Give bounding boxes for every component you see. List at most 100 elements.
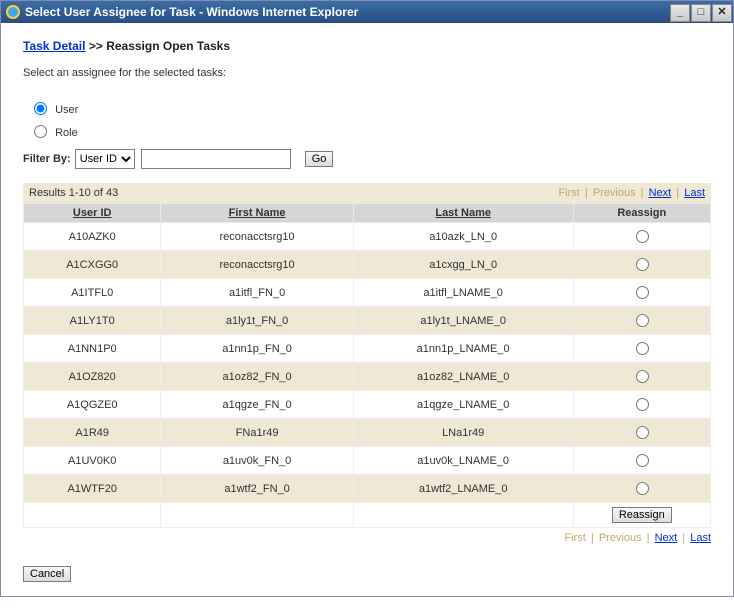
reassign-radio[interactable] — [636, 370, 649, 383]
pager-bottom-wrap: First | Previous | Next | Last — [23, 532, 711, 544]
cell-user-id: A1UV0K0 — [24, 447, 161, 475]
window-frame: Select User Assignee for Task - Windows … — [0, 0, 734, 597]
cell-last-name: a1wtf2_LNAME_0 — [353, 475, 573, 503]
cell-reassign — [573, 391, 710, 419]
col-first-name[interactable]: First Name — [161, 204, 353, 223]
reassign-radio[interactable] — [636, 230, 649, 243]
cell-first-name: a1uv0k_FN_0 — [161, 447, 353, 475]
cell-last-name: a1cxgg_LN_0 — [353, 251, 573, 279]
cancel-wrap: Cancel — [23, 566, 711, 582]
breadcrumb-link-task-detail[interactable]: Task Detail — [23, 39, 85, 53]
reassign-button[interactable]: Reassign — [612, 507, 672, 523]
col-user-id[interactable]: User ID — [24, 204, 161, 223]
close-button[interactable]: ✕ — [712, 4, 732, 22]
pager-first-b: First — [564, 532, 585, 544]
cell-reassign — [573, 419, 710, 447]
reassign-radio[interactable] — [636, 286, 649, 299]
results-band: Results 1-10 of 43 First | Previous | Ne… — [23, 183, 711, 203]
go-button[interactable]: Go — [305, 151, 334, 167]
filter-label: Filter By: — [23, 153, 71, 165]
cell-last-name: a1itfl_LNAME_0 — [353, 279, 573, 307]
table-row: A10AZK0reconacctsrg10a10azk_LN_0 — [24, 223, 711, 251]
pager-top: First | Previous | Next | Last — [558, 187, 705, 199]
cell-reassign — [573, 447, 710, 475]
filter-row: Filter By: User ID Go — [23, 149, 711, 169]
reassign-radio[interactable] — [636, 454, 649, 467]
table-row: A1OZ820a1oz82_FN_0a1oz82_LNAME_0 — [24, 363, 711, 391]
cell-first-name: a1itfl_FN_0 — [161, 279, 353, 307]
filter-input[interactable] — [141, 149, 291, 169]
reassign-radio[interactable] — [636, 314, 649, 327]
reassign-radio[interactable] — [636, 258, 649, 271]
cell-first-name: a1wtf2_FN_0 — [161, 475, 353, 503]
pager-previous: Previous — [593, 187, 636, 199]
cell-user-id: A1NN1P0 — [24, 335, 161, 363]
pager-first: First — [558, 187, 579, 199]
reassign-radio[interactable] — [636, 342, 649, 355]
cell-last-name: a1nn1p_LNAME_0 — [353, 335, 573, 363]
cell-reassign — [573, 223, 710, 251]
table-row: A1QGZE0a1qgze_FN_0a1qgze_LNAME_0 — [24, 391, 711, 419]
col-last-name[interactable]: Last Name — [353, 204, 573, 223]
pager-next-b[interactable]: Next — [655, 532, 678, 544]
breadcrumb: Task Detail >> Reassign Open Tasks — [23, 39, 711, 53]
cell-user-id: A1ITFL0 — [24, 279, 161, 307]
window-title: Select User Assignee for Task - Windows … — [25, 5, 670, 19]
cell-user-id: A1WTF20 — [24, 475, 161, 503]
pager-previous-b: Previous — [599, 532, 642, 544]
content: Task Detail >> Reassign Open Tasks Selec… — [1, 23, 733, 596]
cell-last-name: a1uv0k_LNAME_0 — [353, 447, 573, 475]
pager-bottom: First | Previous | Next | Last — [564, 532, 711, 544]
cell-reassign — [573, 307, 710, 335]
radio-user-label[interactable]: User — [55, 104, 78, 116]
table-row: A1UV0K0a1uv0k_FN_0a1uv0k_LNAME_0 — [24, 447, 711, 475]
cell-last-name: LNa1r49 — [353, 419, 573, 447]
maximize-button[interactable]: □ — [691, 4, 711, 22]
table-row: A1NN1P0a1nn1p_FN_0a1nn1p_LNAME_0 — [24, 335, 711, 363]
table-body: A10AZK0reconacctsrg10a10azk_LN_0A1CXGG0r… — [24, 223, 711, 503]
ie-icon — [5, 4, 21, 20]
cell-reassign — [573, 475, 710, 503]
cell-first-name: a1nn1p_FN_0 — [161, 335, 353, 363]
assignee-type-user-row: User — [29, 97, 711, 116]
radio-role-label[interactable]: Role — [55, 127, 78, 139]
cell-user-id: A1OZ820 — [24, 363, 161, 391]
cell-last-name: a1qgze_LNAME_0 — [353, 391, 573, 419]
reassign-radio[interactable] — [636, 426, 649, 439]
cell-first-name: reconacctsrg10 — [161, 223, 353, 251]
cell-first-name: a1ly1t_FN_0 — [161, 307, 353, 335]
cell-user-id: A1LY1T0 — [24, 307, 161, 335]
col-reassign: Reassign — [573, 204, 710, 223]
radio-user[interactable] — [34, 102, 47, 115]
cell-reassign — [573, 279, 710, 307]
cell-first-name: a1qgze_FN_0 — [161, 391, 353, 419]
pager-next[interactable]: Next — [649, 187, 672, 199]
breadcrumb-sep: >> — [89, 39, 103, 53]
cell-reassign — [573, 363, 710, 391]
cell-reassign — [573, 335, 710, 363]
filter-by-select[interactable]: User ID — [75, 149, 135, 169]
titlebar: Select User Assignee for Task - Windows … — [1, 1, 733, 23]
cell-user-id: A1CXGG0 — [24, 251, 161, 279]
window-buttons: _ □ ✕ — [670, 3, 733, 22]
cell-last-name: a10azk_LN_0 — [353, 223, 573, 251]
reassign-radio[interactable] — [636, 398, 649, 411]
table-row: A1LY1T0a1ly1t_FN_0a1ly1t_LNAME_0 — [24, 307, 711, 335]
cell-user-id: A1R49 — [24, 419, 161, 447]
cell-user-id: A10AZK0 — [24, 223, 161, 251]
cell-last-name: a1oz82_LNAME_0 — [353, 363, 573, 391]
table-row: A1WTF20a1wtf2_FN_0a1wtf2_LNAME_0 — [24, 475, 711, 503]
reassign-radio[interactable] — [636, 482, 649, 495]
assignee-type-role-row: Role — [29, 120, 711, 139]
cell-first-name: a1oz82_FN_0 — [161, 363, 353, 391]
cell-user-id: A1QGZE0 — [24, 391, 161, 419]
table-row: A1R49FNa1r49LNa1r49 — [24, 419, 711, 447]
pager-last-b[interactable]: Last — [690, 532, 711, 544]
cell-reassign — [573, 251, 710, 279]
minimize-button[interactable]: _ — [670, 4, 690, 22]
radio-role[interactable] — [34, 125, 47, 138]
pager-last[interactable]: Last — [684, 187, 705, 199]
instruction-text: Select an assignee for the selected task… — [23, 67, 711, 79]
cancel-button[interactable]: Cancel — [23, 566, 71, 582]
table-row: A1ITFL0a1itfl_FN_0a1itfl_LNAME_0 — [24, 279, 711, 307]
